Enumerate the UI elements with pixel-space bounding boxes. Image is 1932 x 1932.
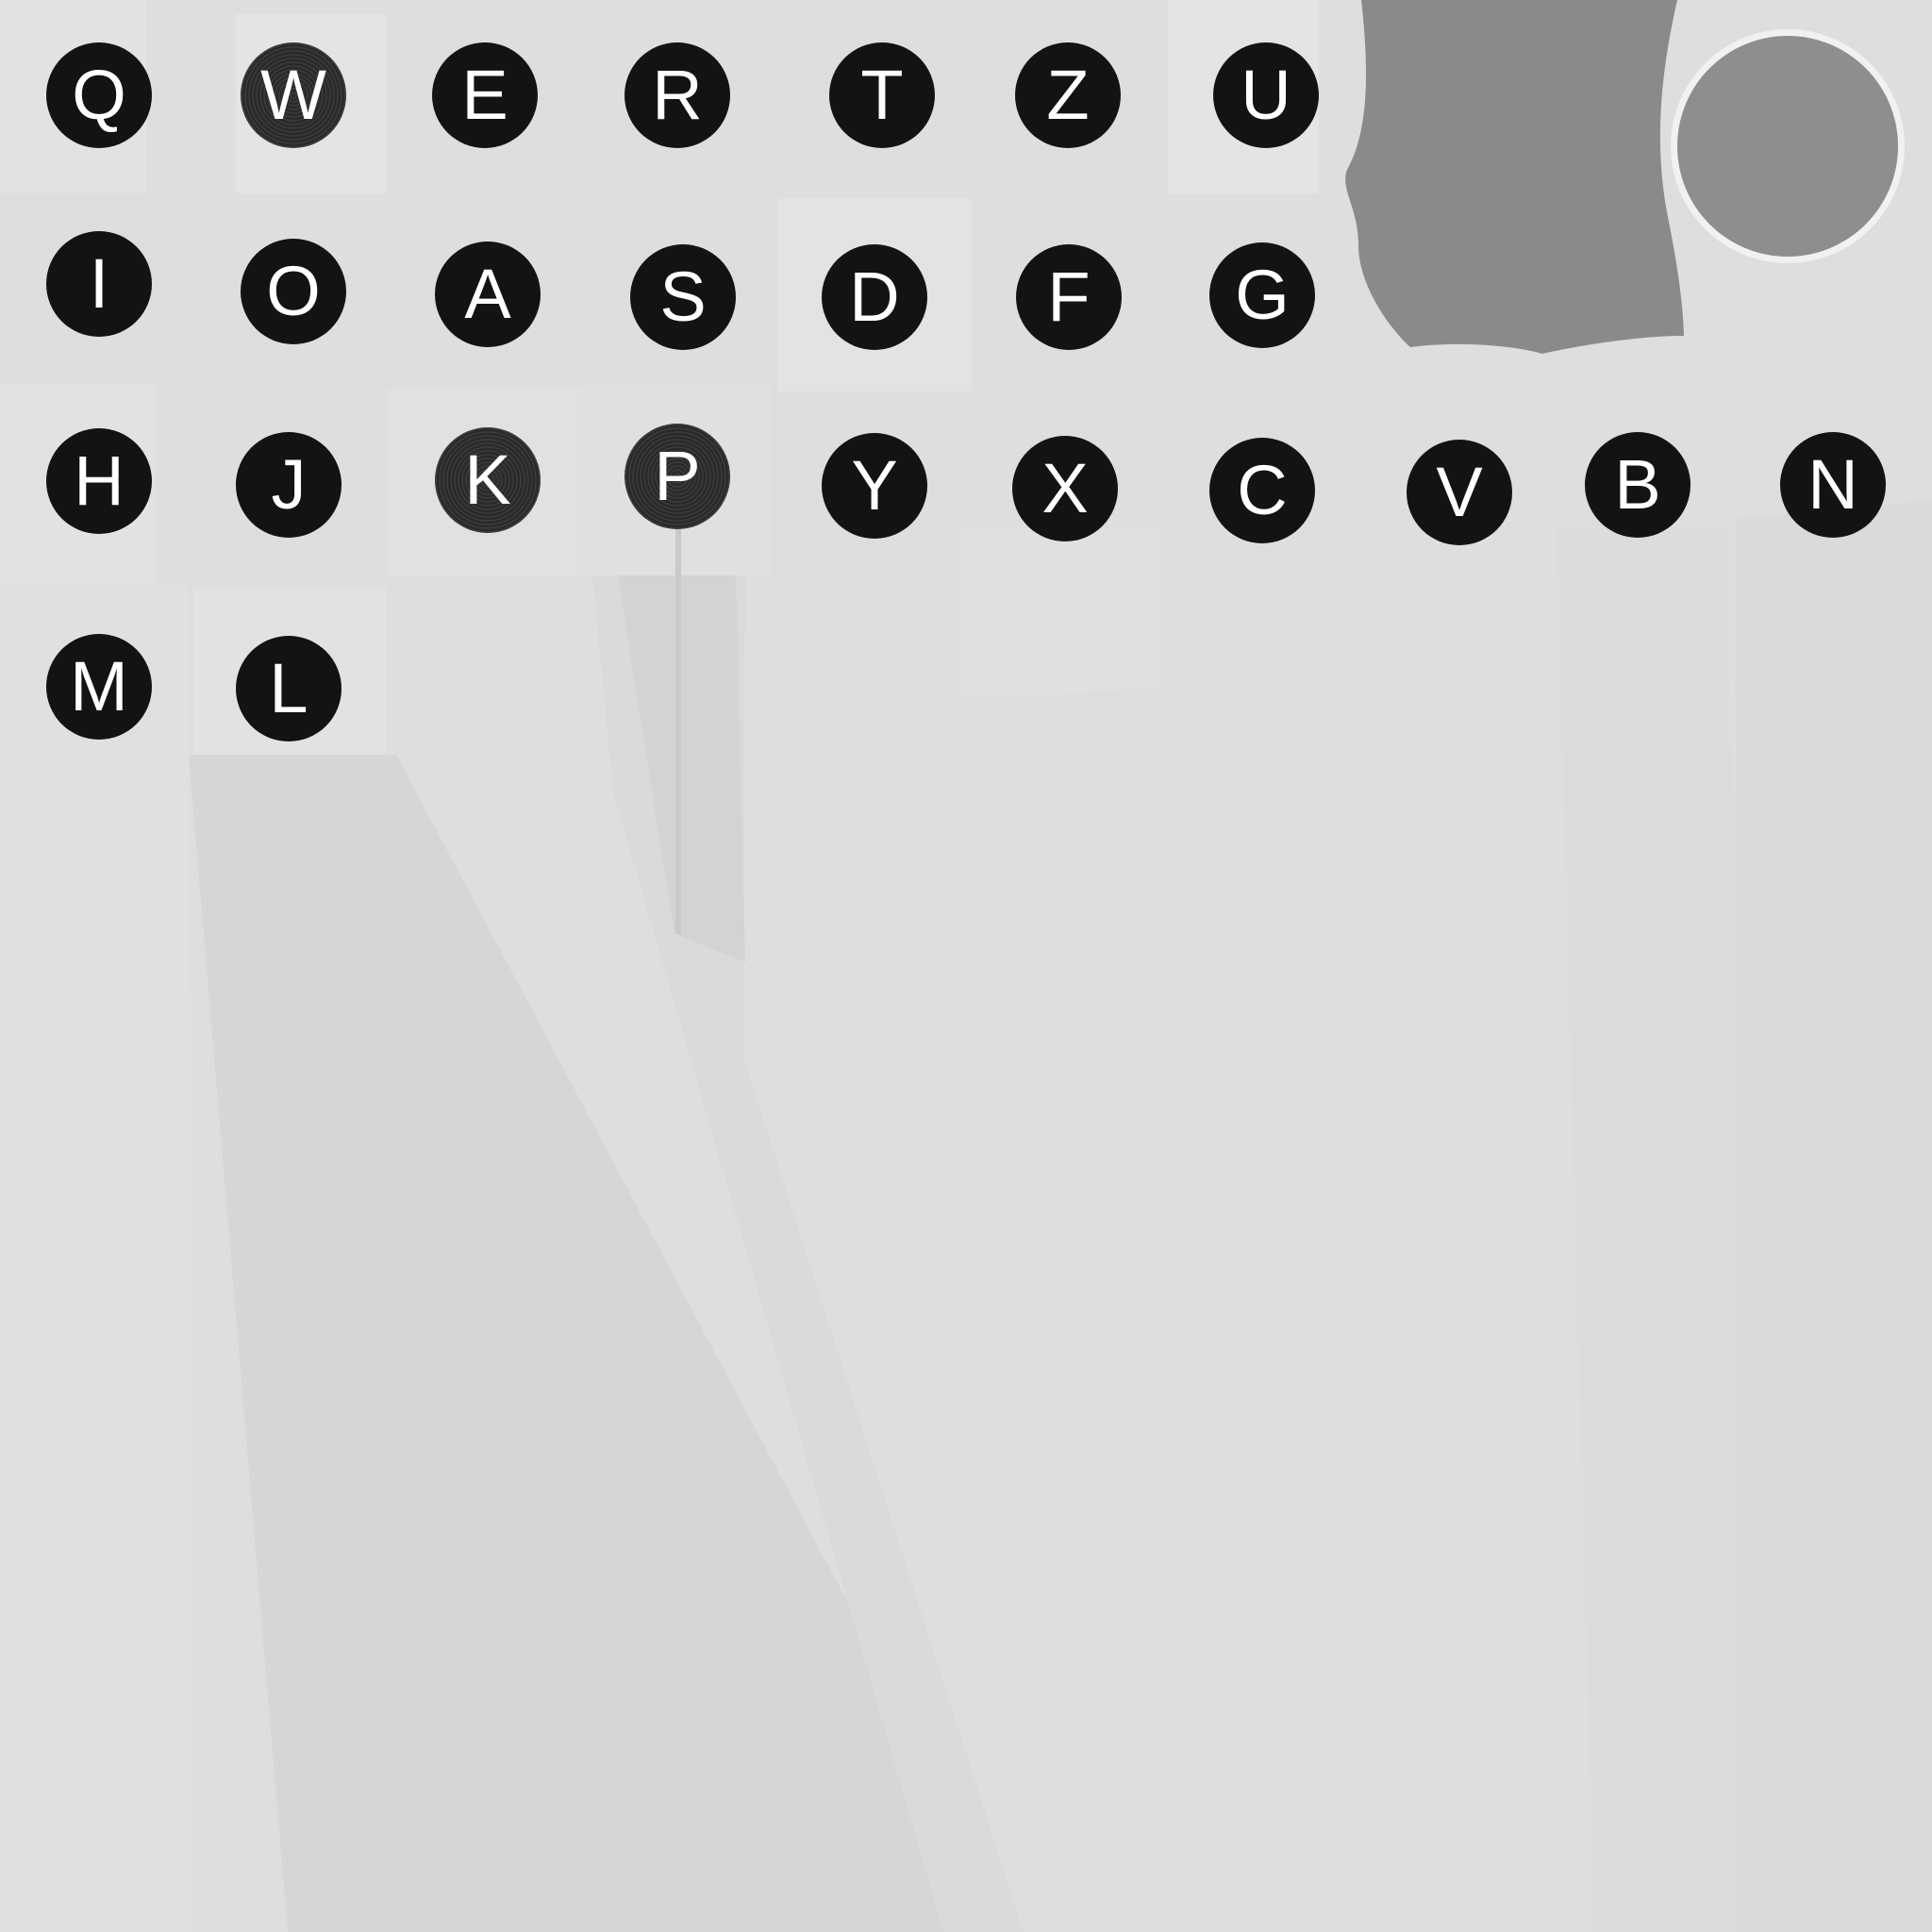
key-o[interactable]: O — [241, 239, 346, 344]
key-label: F — [1047, 258, 1091, 336]
key-label: A — [464, 255, 511, 333]
key-label: K — [464, 441, 511, 519]
key-v[interactable]: V — [1407, 440, 1512, 545]
beam-left — [0, 585, 193, 1932]
key-label: G — [1235, 256, 1290, 334]
gray-shape — [1345, 0, 1684, 354]
key-g[interactable]: G — [1209, 242, 1315, 348]
key-x[interactable]: X — [1012, 436, 1118, 541]
key-label: T — [860, 56, 904, 134]
key-label: P — [654, 437, 701, 515]
key-s[interactable]: S — [630, 244, 736, 350]
key-label: J — [271, 445, 307, 524]
key-label: R — [652, 56, 703, 134]
key-label: E — [461, 56, 508, 134]
key-z[interactable]: Z — [1015, 42, 1121, 148]
key-r[interactable]: R — [625, 42, 730, 148]
beam-mid — [962, 528, 1160, 698]
key-label: C — [1237, 451, 1288, 529]
key-w[interactable]: W — [241, 42, 346, 148]
key-n[interactable]: N — [1780, 432, 1886, 538]
key-a[interactable]: A — [435, 242, 541, 347]
key-l[interactable]: L — [236, 636, 341, 741]
key-b[interactable]: B — [1585, 432, 1690, 538]
key-label: B — [1614, 445, 1661, 524]
key-label: D — [849, 258, 900, 336]
key-label: S — [659, 258, 707, 336]
key-k[interactable]: K — [435, 427, 541, 533]
key-label: M — [70, 647, 128, 725]
key-j[interactable]: J — [236, 432, 341, 538]
key-label: Y — [851, 446, 898, 525]
key-label: N — [1807, 445, 1858, 524]
key-y[interactable]: Y — [822, 433, 927, 539]
key-label: H — [74, 441, 125, 520]
key-label: Q — [72, 56, 126, 134]
key-label: W — [260, 56, 326, 134]
key-h[interactable]: H — [46, 428, 152, 534]
key-label: L — [269, 649, 308, 727]
key-f[interactable]: F — [1016, 244, 1122, 350]
key-e[interactable]: E — [432, 42, 538, 148]
key-t[interactable]: T — [829, 42, 935, 148]
gray-circle — [1677, 36, 1898, 257]
key-label: I — [89, 244, 109, 323]
texture-atlas: Q W E R T Z U I O A S D F G H J K P Y X C V B N M L — [0, 0, 1932, 1932]
key-p[interactable]: P — [625, 424, 730, 529]
key-m[interactable]: M — [46, 634, 152, 740]
key-label: Z — [1046, 56, 1090, 134]
key-d[interactable]: D — [822, 244, 927, 350]
beam-n — [1736, 500, 1932, 1932]
key-q[interactable]: Q — [46, 42, 152, 148]
key-label: U — [1241, 56, 1291, 134]
beam-p-line — [675, 491, 681, 934]
key-i[interactable]: I — [46, 231, 152, 337]
key-label: V — [1436, 453, 1483, 531]
key-c[interactable]: C — [1209, 438, 1315, 543]
key-label: X — [1041, 449, 1089, 527]
key-label: O — [266, 252, 321, 330]
key-u[interactable]: U — [1213, 42, 1319, 148]
